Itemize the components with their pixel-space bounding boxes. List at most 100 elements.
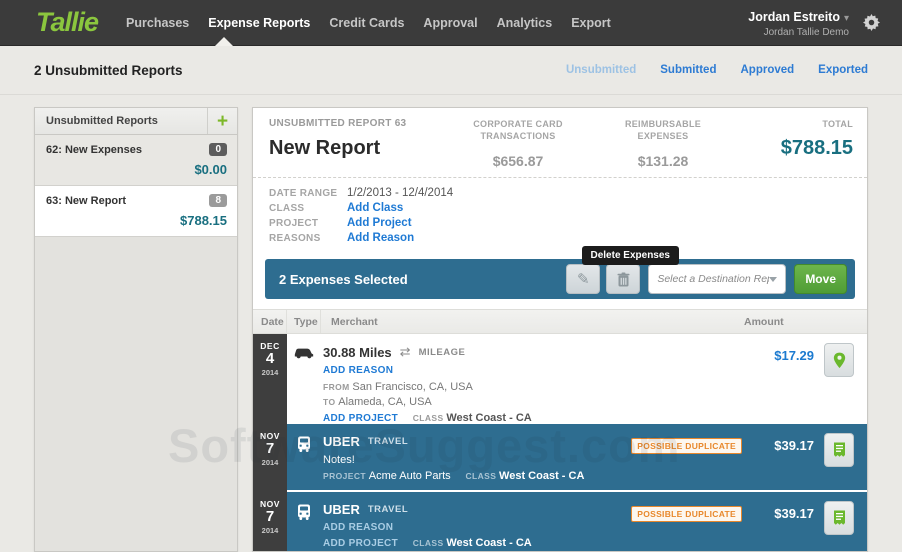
class-value: West Coast - CA [446, 412, 532, 425]
report-name: 62: New Expenses [46, 144, 142, 156]
add-project-link[interactable]: ADD PROJECT [323, 413, 398, 424]
gear-icon[interactable] [863, 14, 880, 31]
column-merchant: Merchant [331, 315, 378, 328]
add-project-link[interactable]: Add Project [347, 217, 412, 229]
project-label: PROJECT [323, 471, 366, 482]
destination-report-select[interactable]: Select a Destination Report [648, 264, 787, 295]
selection-count-text: 2 Expenses Selected [279, 271, 408, 287]
reports-sidebar: Unsubmitted Reports + 62: New Expenses 0… [34, 107, 238, 552]
expense-table-header: Date Type Merchant Amount [253, 309, 867, 335]
date-range-label: DATE RANGE [269, 188, 338, 200]
add-reason-link[interactable]: ADD REASON [323, 522, 393, 533]
tab-submitted[interactable]: Submitted [660, 64, 716, 76]
tab-unsubmitted[interactable]: Unsubmitted [566, 64, 636, 76]
add-project-link[interactable]: ADD PROJECT [323, 538, 398, 549]
class-label: CLASS [269, 203, 305, 215]
class-value: West Coast - CA [499, 470, 585, 483]
class-label: CLASS [465, 471, 497, 482]
reasons-label: REASONS [269, 233, 321, 245]
page-title: 2 Unsubmitted Reports [34, 62, 183, 78]
sidebar-header: Unsubmitted Reports + [35, 108, 237, 135]
trash-icon [617, 272, 630, 287]
pencil-icon: ✎ [577, 271, 590, 289]
chevron-down-icon [769, 276, 778, 282]
chevron-down-icon: ▾ [843, 12, 849, 24]
receipt-icon [833, 442, 846, 458]
expense-date: NOV 7 2014 [260, 431, 280, 467]
class-label: CLASS [412, 413, 444, 424]
project-label: PROJECT [269, 218, 319, 230]
report-total: $788.15 [780, 137, 853, 160]
swap-arrows-icon: ⇄ [399, 344, 411, 360]
receipt-button[interactable] [824, 433, 854, 468]
add-reason-link[interactable]: Add Reason [347, 232, 414, 244]
total-column: TOTAL $788.15 [733, 118, 853, 169]
user-company: Jordan Tallie Demo [763, 26, 849, 38]
expense-count-badge: 8 [209, 194, 227, 207]
expense-row-uber-2[interactable]: NOV 7 2014 UBER TRAVEL ADD REASON ADD PR… [260, 492, 867, 551]
report-name: 63: New Report [46, 195, 127, 207]
plus-icon: + [216, 110, 229, 132]
main-nav: Purchases Expense Reports Credit Cards A… [126, 16, 611, 30]
expense-amount: $39.17 [774, 506, 814, 522]
expense-note: Notes! [323, 454, 355, 467]
expense-date: DEC 4 2014 [260, 341, 280, 377]
bus-icon [287, 424, 321, 490]
tab-exported[interactable]: Exported [818, 64, 868, 76]
user-menu[interactable]: Jordan Estreito ▾ Jordan Tallie Demo [748, 8, 849, 38]
class-value: West Coast - CA [446, 537, 532, 550]
nav-item-credit-cards[interactable]: Credit Cards [329, 16, 404, 30]
tab-approved[interactable]: Approved [740, 64, 794, 76]
expense-list: DEC 4 2014 30.88 Miles ⇄ MILEAGE ADD REA… [253, 334, 867, 551]
receipt-button[interactable] [824, 501, 854, 536]
category-tag: MILEAGE [418, 346, 466, 358]
expense-amount: $39.17 [774, 438, 814, 454]
project-value: Acme Auto Parts [368, 470, 451, 483]
nav-item-approval[interactable]: Approval [423, 16, 477, 30]
category-tag: TRAVEL [367, 436, 409, 448]
report-list-item-63[interactable]: 63: New Report 8 $788.15 [35, 186, 237, 237]
report-amount: $788.15 [180, 213, 227, 228]
map-pin-icon [833, 352, 846, 369]
to-value: Alameda, CA, USA [338, 396, 432, 409]
nav-item-purchases[interactable]: Purchases [126, 16, 189, 30]
corporate-card-column: CORPORATE CARD TRANSACTIONS $656.87 [443, 118, 593, 169]
expense-row-mileage[interactable]: DEC 4 2014 30.88 Miles ⇄ MILEAGE ADD REA… [260, 334, 867, 425]
edit-expenses-button[interactable]: ✎ [566, 264, 601, 295]
add-reason-link[interactable]: ADD REASON [323, 365, 393, 376]
report-list-item-62[interactable]: 62: New Expenses 0 $0.00 [35, 135, 237, 186]
merchant-name: UBER [323, 502, 360, 518]
category-tag: TRAVEL [367, 504, 409, 516]
nav-item-export[interactable]: Export [571, 16, 611, 30]
reimbursable-column: REIMBURSABLE EXPENSES $131.28 [593, 118, 733, 169]
map-button[interactable] [824, 343, 854, 378]
nav-item-expense-reports[interactable]: Expense Reports [208, 16, 310, 30]
report-title: New Report [269, 137, 381, 159]
sidebar-title: Unsubmitted Reports [46, 115, 158, 127]
report-header: UNSUBMITTED REPORT 63 New Report CORPORA… [253, 108, 867, 179]
reimbursable-total: $131.28 [637, 153, 689, 170]
expense-date: NOV 7 2014 [260, 499, 280, 535]
possible-duplicate-badge: POSSIBLE DUPLICATE [631, 438, 742, 455]
merchant-name: UBER [323, 434, 360, 450]
add-class-link[interactable]: Add Class [347, 202, 403, 214]
nav-item-analytics[interactable]: Analytics [497, 16, 553, 30]
tallie-logo: Tallie [36, 7, 99, 37]
report-amount: $0.00 [194, 162, 227, 177]
expense-row-uber-1[interactable]: NOV 7 2014 UBER TRAVEL Notes! PROJECT Ac… [260, 424, 867, 491]
delete-expenses-button[interactable] [606, 264, 641, 295]
car-icon [287, 334, 321, 424]
column-date: Date [253, 310, 287, 334]
report-details: DATE RANGE 1/2/2013 - 12/4/2014 CLASS Ad… [253, 178, 867, 257]
from-value: San Francisco, CA, USA [352, 381, 473, 394]
delete-expenses-tooltip: Delete Expenses [581, 246, 679, 266]
move-button[interactable]: Move [794, 264, 847, 295]
top-navbar: Tallie Purchases Expense Reports Credit … [0, 0, 902, 46]
user-name: Jordan Estreito [748, 9, 840, 24]
add-report-button[interactable]: + [207, 108, 237, 134]
page-header: 2 Unsubmitted Reports Unsubmitted Submit… [0, 46, 902, 95]
column-type: Type [287, 310, 321, 334]
corporate-card-total: $656.87 [492, 153, 544, 170]
from-label: FROM [323, 382, 350, 393]
report-eyebrow: UNSUBMITTED REPORT 63 [269, 118, 407, 129]
